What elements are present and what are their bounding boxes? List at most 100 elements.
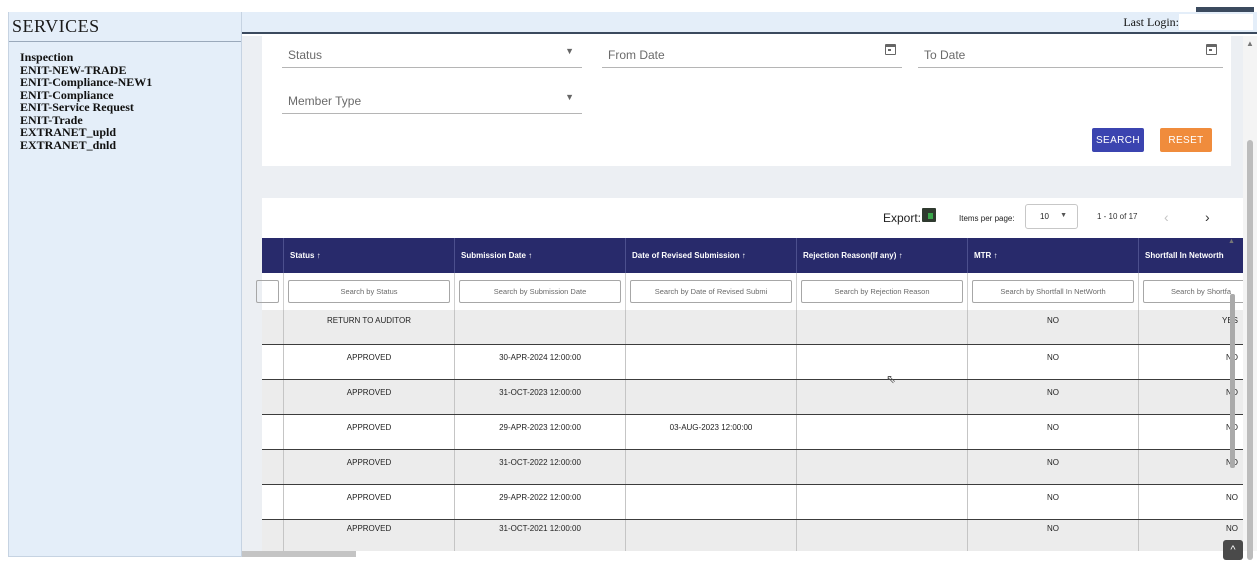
revised-submission-cell bbox=[625, 450, 796, 484]
mtr-cell: NO bbox=[967, 345, 1138, 379]
to-date-field[interactable]: To Date bbox=[918, 38, 1223, 68]
column-search-input[interactable] bbox=[256, 280, 279, 303]
submission-date-cell: 31-OCT-2023 12:00:00 bbox=[454, 380, 625, 414]
revised-submission-search-input[interactable]: Search by Date of Revised Submi bbox=[630, 280, 792, 303]
items-per-page-select[interactable]: 10 ▼ bbox=[1025, 204, 1078, 229]
table-row[interactable]: RETURN TO AUDITOR NO YES bbox=[262, 310, 1243, 345]
column-header-rejection-reason[interactable]: Rejection Reason(If any) ↑ bbox=[796, 238, 967, 273]
chevron-down-icon: ▼ bbox=[1060, 212, 1067, 219]
export-label: Export: bbox=[883, 211, 922, 225]
shortfall-cell: YES bbox=[1138, 310, 1238, 344]
chevron-down-icon: ▼ bbox=[565, 92, 574, 102]
revised-submission-cell bbox=[625, 485, 796, 519]
status-cell: APPROVED bbox=[283, 345, 454, 379]
table-row[interactable]: APPROVED 29-APR-2022 12:00:00 NO NO bbox=[262, 485, 1243, 520]
submission-date-search-cell: Search by Submission Date bbox=[454, 273, 625, 310]
chevron-down-icon: ▼ bbox=[565, 46, 574, 56]
table-header-row: Status ↑ Submission Date ↑ Date of Revis… bbox=[262, 238, 1243, 273]
last-login-value bbox=[1179, 14, 1253, 30]
rejection-reason-cell bbox=[796, 485, 967, 519]
submission-date-cell: 30-APR-2024 12:00:00 bbox=[454, 345, 625, 379]
table-vertical-scrollbar[interactable] bbox=[1230, 294, 1235, 468]
results-card: Export: Items per page: 10 ▼ 1 - 10 of 1… bbox=[256, 198, 1243, 551]
submission-date-search-input[interactable]: Search by Submission Date bbox=[459, 280, 621, 303]
sidebar-item-enit-service-request[interactable]: ENIT-Service Request bbox=[20, 101, 241, 114]
reset-button[interactable]: RESET bbox=[1160, 128, 1212, 152]
table-cell bbox=[262, 450, 283, 484]
column-search-cell bbox=[252, 273, 283, 310]
sidebar-list: Inspection ENIT-NEW-TRADE ENIT-Complianc… bbox=[9, 42, 241, 151]
column-header-mtr[interactable]: MTR ↑ bbox=[967, 238, 1138, 273]
table-cell bbox=[262, 415, 283, 449]
calendar-icon[interactable] bbox=[885, 44, 896, 55]
column-search-row: Search by Status Search by Submission Da… bbox=[256, 273, 1243, 310]
column-header-submission-date[interactable]: Submission Date ↑ bbox=[454, 238, 625, 273]
previous-page-button[interactable]: ‹ bbox=[1164, 209, 1169, 225]
rejection-reason-cell bbox=[796, 380, 967, 414]
column-header-status[interactable]: Status ↑ bbox=[283, 238, 454, 273]
chevron-up-icon: ^ bbox=[1230, 544, 1236, 556]
page-vertical-scrollbar[interactable]: ▲ bbox=[1243, 36, 1257, 560]
member-type-label: Member Type bbox=[288, 94, 362, 108]
horizontal-scrollbar[interactable] bbox=[242, 551, 356, 557]
rejection-reason-cell bbox=[796, 450, 967, 484]
status-cell: APPROVED bbox=[283, 415, 454, 449]
rejection-reason-cell bbox=[796, 415, 967, 449]
table-scroll-up-icon[interactable]: ▲ bbox=[1228, 238, 1235, 245]
column-header-revised-submission[interactable]: Date of Revised Submission ↑ bbox=[625, 238, 796, 273]
status-cell: APPROVED bbox=[283, 485, 454, 519]
status-cell: APPROVED bbox=[283, 520, 454, 551]
rejection-reason-search-cell: Search by Rejection Reason bbox=[796, 273, 967, 310]
mtr-cell: NO bbox=[967, 310, 1138, 344]
sidebar-item-enit-compliance-new1[interactable]: ENIT-Compliance-NEW1 bbox=[20, 76, 241, 89]
shortfall-search-input[interactable]: Search by Shortfa bbox=[1143, 280, 1243, 303]
submission-date-cell: 29-APR-2022 12:00:00 bbox=[454, 485, 625, 519]
mtr-search-cell: Search by Shortfall In NetWorth bbox=[967, 273, 1138, 310]
mtr-cell: NO bbox=[967, 415, 1138, 449]
revised-submission-cell bbox=[625, 380, 796, 414]
rejection-reason-cell bbox=[796, 310, 967, 344]
items-per-page-label: Items per page: bbox=[959, 214, 1015, 223]
revised-submission-cell bbox=[625, 345, 796, 379]
sidebar-item-extranet-upld[interactable]: EXTRANET_upld bbox=[20, 126, 241, 139]
mtr-cell: NO bbox=[967, 450, 1138, 484]
calendar-icon[interactable] bbox=[1206, 44, 1217, 55]
table-row[interactable]: APPROVED 31-OCT-2021 12:00:00 NO NO bbox=[262, 520, 1243, 551]
member-type-select[interactable]: Member Type ▼ bbox=[282, 84, 582, 114]
from-date-field[interactable]: From Date bbox=[602, 38, 902, 68]
table-row[interactable]: APPROVED 30-APR-2024 12:00:00 NO NO bbox=[262, 345, 1243, 380]
filter-card: Status ▼ From Date To Date Member Type ▼… bbox=[262, 36, 1231, 166]
revised-submission-cell: 03-AUG-2023 12:00:00 bbox=[625, 415, 796, 449]
table-row[interactable]: APPROVED 29-APR-2023 12:00:00 03-AUG-202… bbox=[262, 415, 1243, 450]
status-search-cell: Search by Status bbox=[283, 273, 454, 310]
excel-export-icon[interactable] bbox=[922, 208, 936, 222]
items-per-page-value: 10 bbox=[1040, 212, 1049, 221]
from-date-label: From Date bbox=[608, 48, 665, 62]
sidebar-item-inspection[interactable]: Inspection bbox=[20, 51, 241, 64]
rejection-reason-search-input[interactable]: Search by Rejection Reason bbox=[801, 280, 963, 303]
table-row[interactable]: APPROVED 31-OCT-2022 12:00:00 NO NO bbox=[262, 450, 1243, 485]
search-button[interactable]: SEARCH bbox=[1092, 128, 1144, 152]
mouse-cursor-icon: ⇖ bbox=[886, 372, 897, 386]
page-scrollbar-thumb[interactable] bbox=[1247, 140, 1253, 560]
scroll-up-icon[interactable]: ▲ bbox=[1246, 39, 1254, 48]
mtr-cell: NO bbox=[967, 520, 1138, 551]
table-row[interactable]: APPROVED 31-OCT-2023 12:00:00 NO NO bbox=[262, 380, 1243, 415]
shortfall-cell: NO bbox=[1138, 450, 1238, 484]
status-search-input[interactable]: Search by Status bbox=[288, 280, 450, 303]
table-cell bbox=[262, 520, 283, 551]
mtr-cell: NO bbox=[967, 485, 1138, 519]
next-page-button[interactable]: › bbox=[1205, 209, 1210, 225]
mtr-search-input[interactable]: Search by Shortfall In NetWorth bbox=[972, 280, 1134, 303]
header-accent bbox=[1196, 7, 1254, 12]
revised-submission-cell bbox=[625, 310, 796, 344]
table-cell bbox=[262, 485, 283, 519]
sidebar-item-extranet-dnld[interactable]: EXTRANET_dnld bbox=[20, 138, 241, 152]
status-select-label: Status bbox=[288, 48, 323, 62]
sidebar-title: SERVICES bbox=[9, 12, 241, 42]
top-header: Last Login: bbox=[242, 7, 1257, 34]
submission-date-cell: 31-OCT-2021 12:00:00 bbox=[454, 520, 625, 551]
back-to-top-button[interactable]: ^ bbox=[1223, 540, 1243, 560]
status-select[interactable]: Status ▼ bbox=[282, 38, 582, 68]
pagination-range: 1 - 10 of 17 bbox=[1097, 212, 1138, 221]
